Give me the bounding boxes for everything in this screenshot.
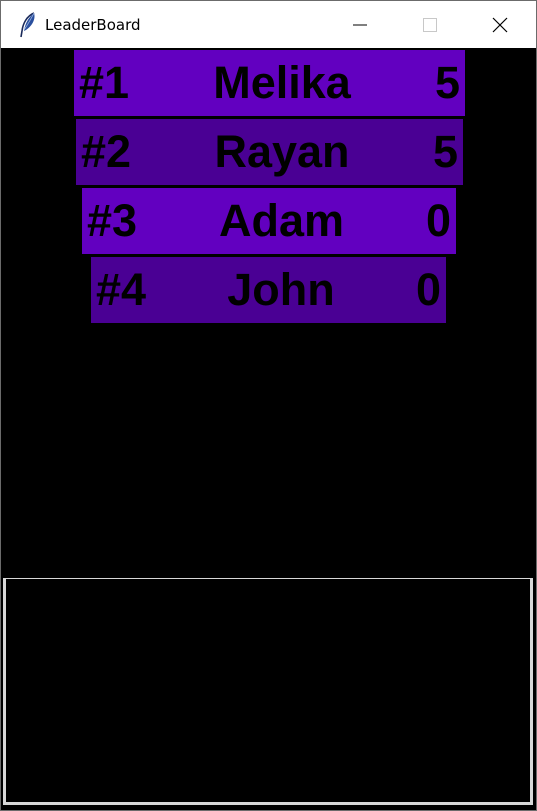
maximize-icon xyxy=(423,18,437,32)
score-value: 0 xyxy=(415,264,441,315)
minimize-icon xyxy=(353,24,367,26)
rank-label: #2 xyxy=(81,126,132,177)
leaderboard-row: #1 Melika 5 xyxy=(74,50,465,116)
leaderboard-row: #3 Adam 0 xyxy=(82,188,456,254)
score-value: 0 xyxy=(425,195,451,246)
minimize-button[interactable] xyxy=(325,1,395,49)
score-value: 5 xyxy=(434,57,460,108)
player-name: Adam xyxy=(219,195,345,246)
score-value: 5 xyxy=(432,126,458,177)
player-name: Rayan xyxy=(214,126,350,177)
player-name: Melika xyxy=(213,57,351,108)
maximize-button[interactable] xyxy=(395,1,465,49)
rank-label: #3 xyxy=(87,195,138,246)
close-button[interactable] xyxy=(465,1,535,49)
close-icon xyxy=(492,17,508,33)
rank-label: #4 xyxy=(96,264,147,315)
rank-label: #1 xyxy=(79,57,130,108)
window-title: LeaderBoard xyxy=(45,16,141,34)
app-window: LeaderBoard #1 Melika 5 #2 Rayan 5 #3 Ad… xyxy=(0,0,537,811)
player-name: John xyxy=(227,264,335,315)
leaderboard-row: #2 Rayan 5 xyxy=(76,119,463,185)
bottom-frame xyxy=(3,578,533,805)
feather-icon xyxy=(20,12,35,38)
title-bar[interactable]: LeaderBoard xyxy=(1,0,536,48)
leaderboard-row: #4 John 0 xyxy=(91,257,446,323)
